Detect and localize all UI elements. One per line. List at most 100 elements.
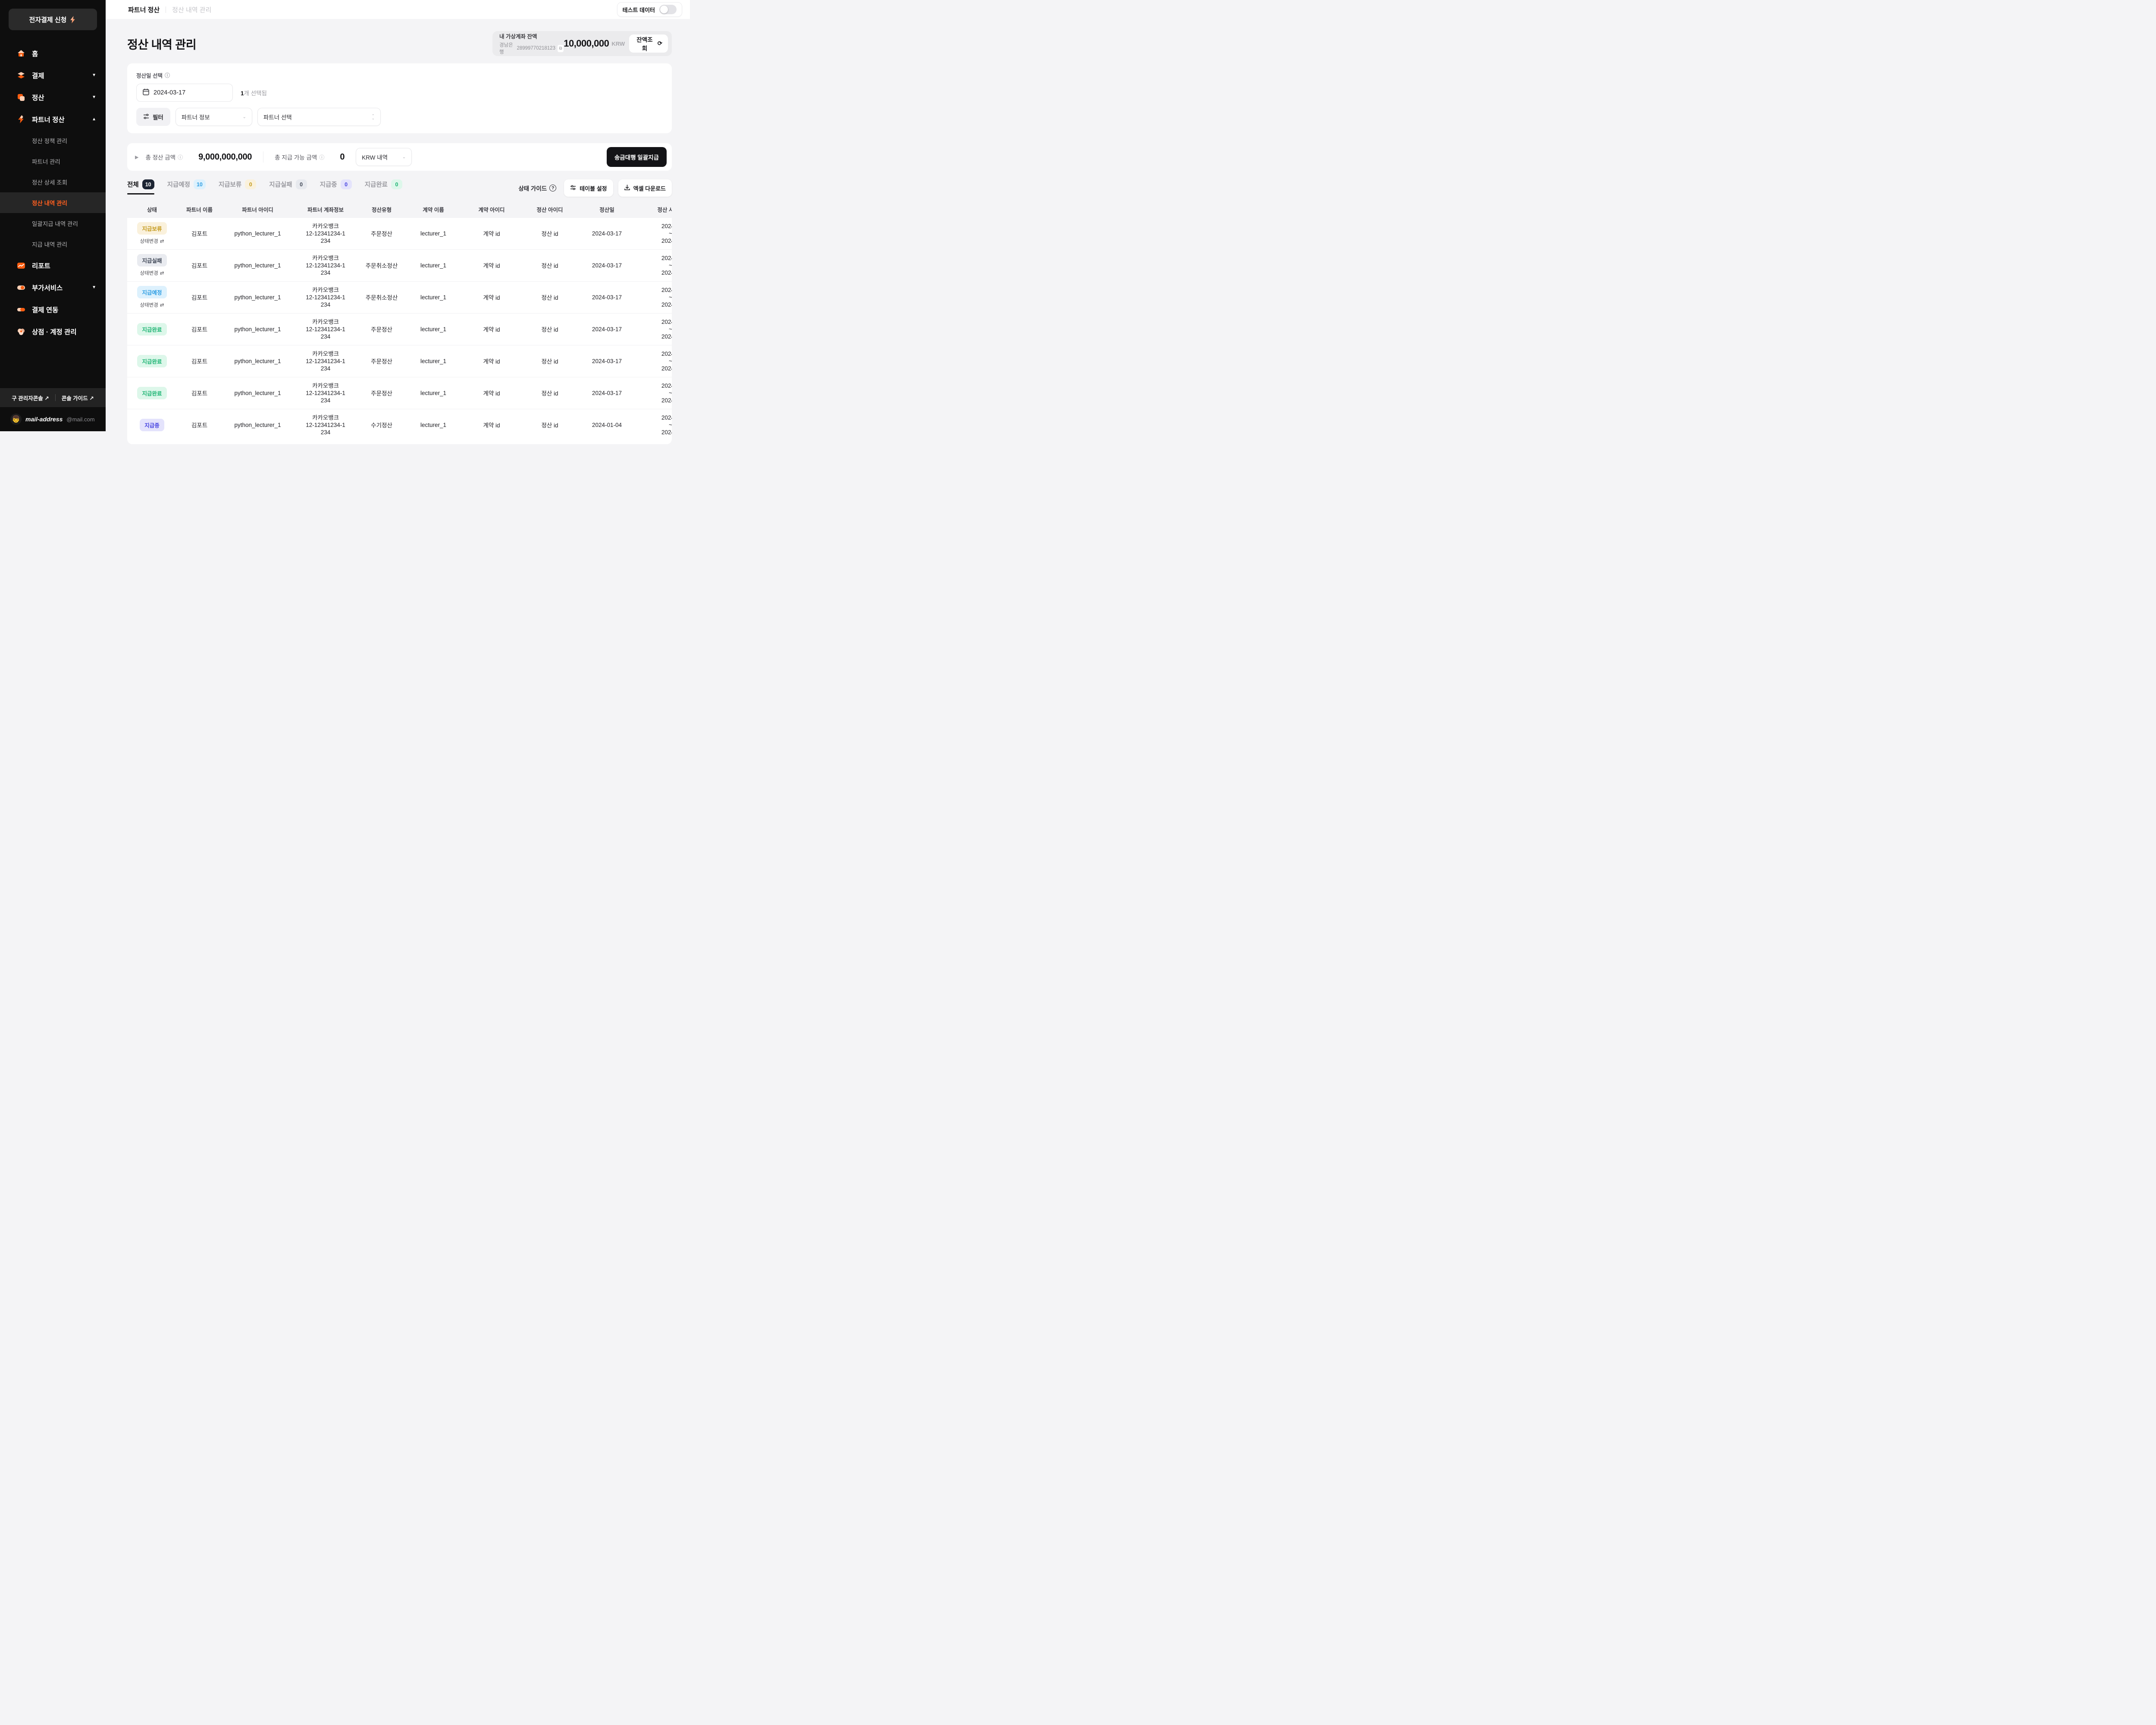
sidebar-item-payout-history[interactable]: 지급 내역 관리 [0, 234, 106, 254]
total-payable-label: 총 지급 가능 금액ⓘ [275, 153, 324, 161]
console-guide-link[interactable]: 콘솔 가이드 ↗ [62, 394, 94, 402]
contract-id-cell: 계약 id [461, 345, 522, 377]
swap-arrows-icon: ⇄ [160, 238, 164, 244]
virtual-account-balance-card: 내 가상계좌 잔액 경남은행 28999770218123 ⧉ 10,000,0… [492, 31, 672, 56]
partner-info-dropdown[interactable]: 파트너 정보 ⌄ [175, 108, 252, 126]
status-change-link[interactable]: 상태변경⇄ [127, 270, 177, 276]
status-cell: 지급완료 [127, 313, 177, 345]
sidebar-item-settlement-history[interactable]: 정산 내역 관리 [0, 192, 106, 213]
chevron-down-icon: ▼ [92, 73, 96, 78]
settlement-date-cell: 2024-01-04 [578, 409, 636, 441]
breadcrumb-section[interactable]: 파트너 정산 [128, 5, 160, 14]
table-row[interactable]: 지급중 김포트 python_lecturer_1 카카오뱅크12-123412… [127, 409, 672, 441]
settlement-id-cell: 정산 id [522, 313, 578, 345]
sidebar-item-payment[interactable]: 결제 ▼ [0, 64, 106, 86]
sidebar-item-label: 결제 [32, 71, 44, 80]
tab-scheduled[interactable]: 지급예정10 [167, 179, 206, 194]
partner-name-cell: 김포트 [177, 249, 222, 281]
settlement-date-cell: 2024-03-17 [578, 377, 636, 409]
table-header-row: 상태파트너 이름파트너 아이디파트너 계좌정보정산유형계약 이름계약 아이디정산… [127, 202, 672, 217]
tab-count-badge: 0 [245, 179, 256, 189]
table-row[interactable]: 지급실패 상태변경⇄ 김포트 python_lecturer_1 카카오뱅크12… [127, 249, 672, 281]
table-settings-button[interactable]: 테이블 설정 [564, 179, 613, 197]
divider [55, 394, 56, 401]
total-payable-value: 0 [340, 152, 345, 162]
old-admin-console-link[interactable]: 구 관리자콘솔 ↗ [12, 394, 49, 402]
copy-icon[interactable]: ⧉ [558, 45, 564, 52]
settlement-date-input[interactable]: 2024-03-17 [136, 84, 233, 102]
tab-done[interactable]: 지급완료0 [365, 179, 402, 194]
tab-paying[interactable]: 지급중0 [320, 179, 352, 194]
settlement-date-cell: 2024-03-17 [578, 313, 636, 345]
sidebar-item-settlement[interactable]: 정산 ▼ [0, 86, 106, 108]
e-payment-apply-button[interactable]: 전자결제 신청 [9, 9, 97, 30]
sidebar-item-settlement-detail[interactable]: 정산 상세 조회 [0, 172, 106, 192]
tab-count-badge: 0 [296, 179, 307, 189]
sort-chevrons-icon: ⌃⌄ [372, 114, 375, 119]
balance-label: 내 가상계좌 잔액 [499, 32, 564, 40]
status-guide[interactable]: 상태 가이드 ? [518, 184, 556, 192]
sidebar-item-label: 상점 · 계정 관리 [32, 327, 77, 336]
sidebar-item-home[interactable]: 홈 [0, 42, 106, 64]
sidebar-item-store-account[interactable]: 상점 · 계정 관리 [0, 320, 106, 342]
sidebar-item-label: 리포트 [32, 261, 50, 270]
settlement-type-cell: 주문정산 [358, 345, 405, 377]
account-name: mail-address [25, 416, 63, 423]
tab-count-badge: 0 [391, 179, 402, 189]
settlement-id-cell: 정산 id [522, 377, 578, 409]
settlement-id-cell: 정산 id [522, 217, 578, 249]
info-icon[interactable]: ⓘ [178, 154, 183, 161]
settlement-type-cell: 수기정산 [358, 409, 405, 441]
balance-amount: 10,000,000 [564, 38, 609, 49]
avatar: 👦 [10, 414, 22, 425]
filter-button[interactable]: 필터 [136, 108, 170, 126]
test-data-toggle-pill[interactable]: 테스트 데이터 [617, 2, 682, 17]
sidebar-item-bulk-payout-history[interactable]: 일괄지급 내역 관리 [0, 213, 106, 234]
partner-name-cell: 김포트 [177, 313, 222, 345]
bulk-transfer-button[interactable]: 송금대행 일괄지급 [607, 147, 667, 167]
sidebar-nav: 홈 결제 ▼ 정산 ▼ 파트너 정산 ▲ 정산 정책 관리 파트너 관리 정산 … [0, 42, 106, 342]
contract-name-cell: lecturer_1 [405, 249, 461, 281]
sidebar-item-label: 정산 [32, 93, 44, 102]
sidebar-item-partner-management[interactable]: 파트너 관리 [0, 151, 106, 172]
settlement-date-label: 정산일 선택 ⓘ [136, 71, 663, 79]
chevron-down-icon: ▼ [92, 285, 96, 290]
status-change-link[interactable]: 상태변경⇄ [127, 238, 177, 245]
contract-name-cell: lecturer_1 [405, 345, 461, 377]
status-badge: 지급실패 [137, 254, 166, 267]
partner-select-dropdown[interactable]: 파트너 선택 ⌃⌄ [257, 108, 381, 126]
tab-all[interactable]: 전체10 [127, 179, 154, 194]
sidebar-item-settlement-policy[interactable]: 정산 정책 관리 [0, 130, 106, 151]
status-change-link[interactable]: 상태변경⇄ [127, 301, 177, 308]
table-row[interactable]: 지급완료 김포트 python_lecturer_1 카카오뱅크12-12341… [127, 313, 672, 345]
question-icon: ? [549, 185, 556, 191]
info-icon[interactable]: ⓘ [165, 72, 170, 79]
main-area: 정산 내역 관리 내 가상계좌 잔액 경남은행 28999770218123 ⧉… [106, 19, 690, 431]
info-icon[interactable]: ⓘ [319, 154, 324, 161]
excel-download-button[interactable]: 엑셀 다운로드 [618, 179, 672, 197]
tab-fail[interactable]: 지급실패0 [269, 179, 307, 194]
e-payment-apply-label: 전자결제 신청 [29, 15, 67, 24]
settlement-id-cell: 정산 id [522, 345, 578, 377]
status-cell: 지급실패 상태변경⇄ [127, 249, 177, 281]
partner-account-cell: 카카오뱅크12-12341234-1234 [293, 409, 358, 441]
sidebar-item-payment-integration[interactable]: 결제 연동 [0, 298, 106, 320]
table-row[interactable]: 지급보류 상태변경⇄ 김포트 python_lecturer_1 카카오뱅크12… [127, 217, 672, 249]
sidebar-item-partner-settlement[interactable]: 파트너 정산 ▲ [0, 108, 106, 130]
column-header: 상태 [127, 202, 177, 217]
table-row[interactable]: 지급완료 김포트 python_lecturer_1 카카오뱅크12-12341… [127, 377, 672, 409]
expand-triangle-icon[interactable]: ▶ [135, 154, 138, 160]
currency-history-dropdown[interactable]: KRW 내역 ⌄ [356, 148, 412, 166]
balance-check-button[interactable]: 잔액조회 ⟳ [629, 34, 668, 53]
tab-hold[interactable]: 지급보류0 [219, 179, 256, 194]
account-row[interactable]: 👦 mail-address @mail.com [0, 407, 106, 431]
tab-count-badge: 0 [341, 179, 352, 189]
contract-id-cell: 계약 id [461, 249, 522, 281]
test-data-toggle[interactable] [659, 5, 677, 14]
page-title: 정산 내역 관리 [127, 35, 196, 52]
column-header: 정산 아이디 [522, 202, 578, 217]
sidebar-item-report[interactable]: 리포트 [0, 254, 106, 276]
table-row[interactable]: 지급완료 김포트 python_lecturer_1 카카오뱅크12-12341… [127, 345, 672, 377]
table-row[interactable]: 지급예정 상태변경⇄ 김포트 python_lecturer_1 카카오뱅크12… [127, 281, 672, 313]
sidebar-item-addon-services[interactable]: 부가서비스 ▼ [0, 276, 106, 298]
